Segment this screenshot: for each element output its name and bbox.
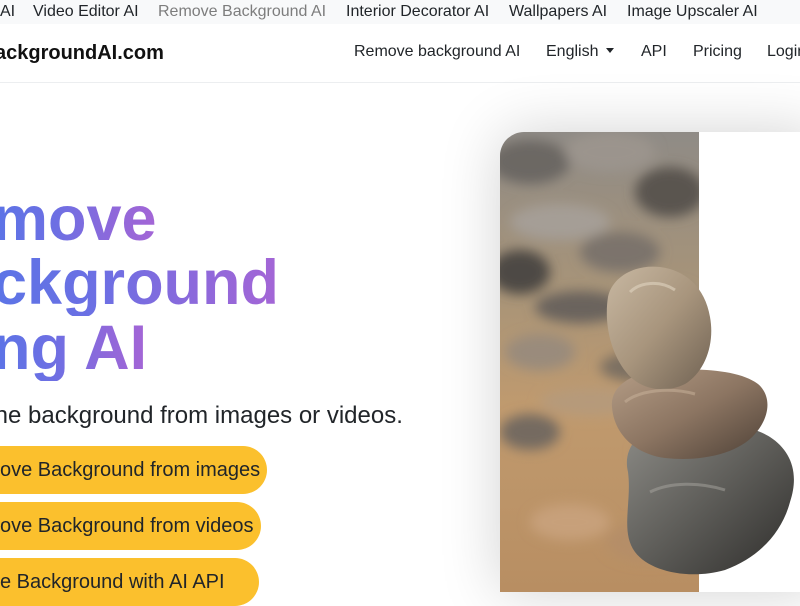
remove-bg-videos-button[interactable]: ove Background from videos xyxy=(0,502,261,550)
nav-link-api[interactable]: API xyxy=(641,42,667,62)
nav-link-remove-background[interactable]: Remove background AI xyxy=(354,42,520,62)
hero-title-line-3: ng AI xyxy=(0,315,147,381)
topbar-link-ai[interactable]: AI xyxy=(0,3,15,21)
products-topbar: AI Video Editor AI Remove Background AI … xyxy=(0,0,800,24)
remove-bg-api-button[interactable]: e Background with AI API xyxy=(0,558,259,606)
topbar-link-remove-background[interactable]: Remove Background AI xyxy=(158,3,326,21)
caret-down-icon xyxy=(606,48,615,53)
topbar-link-video-editor[interactable]: Video Editor AI xyxy=(33,3,139,21)
remove-bg-videos-label: ove Background from videos xyxy=(0,514,254,537)
topbar-link-wallpapers[interactable]: Wallpapers AI xyxy=(509,3,607,21)
topbar-link-image-upscaler[interactable]: Image Upscaler AI xyxy=(627,3,758,21)
hero-title-line-2: ckground xyxy=(0,250,279,316)
main-navbar: ackgroundAI.com Remove background AI Eng… xyxy=(0,24,800,83)
brand-logo-text[interactable]: ackgroundAI.com xyxy=(0,42,164,64)
remove-bg-api-label: e Background with AI API xyxy=(0,570,225,593)
nav-link-pricing[interactable]: Pricing xyxy=(693,42,742,62)
nav-link-login[interactable]: Login xyxy=(767,42,800,62)
language-dropdown[interactable]: English xyxy=(546,42,615,62)
language-dropdown-label: English xyxy=(546,43,599,60)
hero-subtitle: the background from images or videos. xyxy=(0,402,403,429)
topbar-link-interior-decorator[interactable]: Interior Decorator AI xyxy=(346,3,489,21)
before-after-image-card xyxy=(500,132,800,592)
stacked-rocks-image xyxy=(500,132,800,592)
remove-bg-images-label: ove Background from images xyxy=(0,458,261,481)
remove-bg-images-button[interactable]: ove Background from images xyxy=(0,446,267,494)
hero-title-line-1: move xyxy=(0,186,157,252)
